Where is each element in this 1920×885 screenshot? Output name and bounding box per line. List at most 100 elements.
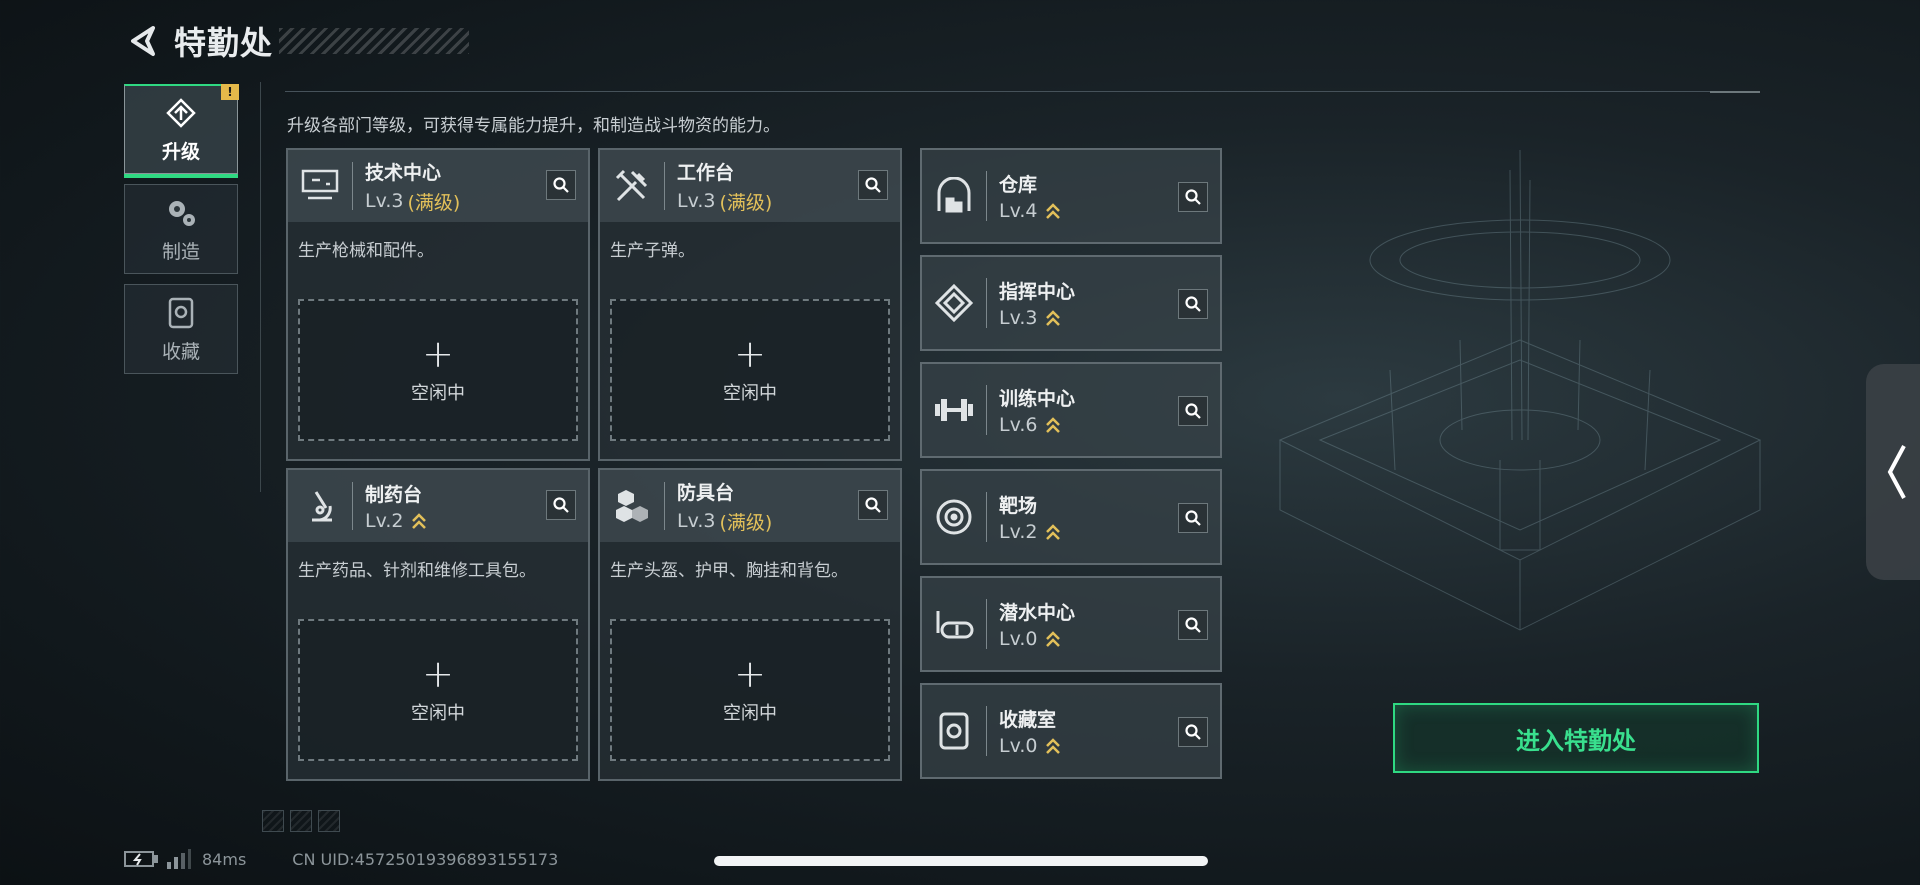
add-icon: + [422, 652, 454, 696]
section-description: 升级各部门等级，可获得专属能力提升，和制造战斗物资的能力。 [287, 116, 780, 136]
slot-status: 空闲中 [723, 703, 777, 724]
workshop-description: 生产枪械和配件。 [298, 241, 434, 261]
separator [352, 162, 353, 210]
facility-card-shooting-range[interactable]: 靶场 Lv.2 [920, 469, 1222, 565]
facility-level: Lv.2 [999, 521, 1038, 543]
facility-name: 仓库 [999, 174, 1038, 196]
inspect-button[interactable] [1178, 503, 1208, 533]
target-icon [922, 469, 986, 565]
search-icon [1185, 617, 1201, 633]
workshop-level: Lv.3 [677, 190, 716, 212]
upgrade-icon [164, 95, 198, 131]
facility-card-command-center[interactable]: 指挥中心 Lv.3 [920, 255, 1222, 351]
tab-manufacture[interactable]: 制造 [124, 184, 238, 274]
inspect-button[interactable] [546, 170, 576, 200]
card-header: 技术中心 Lv.3 (满级) [288, 150, 588, 222]
production-slot[interactable]: + 空闲中 [298, 619, 578, 761]
upgrade-available-icon [1046, 631, 1061, 647]
facility-name: 收藏室 [999, 709, 1057, 731]
separator [986, 278, 987, 328]
upgrade-available-icon [1046, 738, 1061, 754]
facility-level: Lv.0 [999, 628, 1038, 650]
tab-label: 收藏 [161, 340, 200, 363]
diving-mask-icon [922, 576, 986, 672]
add-icon: + [734, 332, 766, 376]
inspect-button[interactable] [858, 490, 888, 520]
separator [664, 482, 665, 530]
workshop-card-workbench: 工作台 Lv.3 (满级) 生产子弹。 + 空闲中 [598, 148, 902, 461]
facility-card-diving-center[interactable]: 潜水中心 Lv.0 [920, 576, 1222, 672]
separator [664, 162, 665, 210]
facility-card-warehouse[interactable]: 仓库 Lv.4 [920, 148, 1222, 244]
microscope-icon [288, 470, 352, 542]
dumbbell-icon [922, 362, 986, 458]
tab-collection[interactable]: 收藏 [124, 284, 238, 374]
card-header: 防具台 Lv.3 (满级) [600, 470, 900, 542]
upgrade-available-icon [1046, 203, 1061, 219]
facility-level: Lv.0 [999, 735, 1038, 757]
workshop-level: Lv.3 [677, 510, 716, 532]
enter-special-ops-button[interactable]: 进入特勤处 [1393, 703, 1759, 773]
inspect-button[interactable] [1178, 289, 1208, 319]
computer-icon [288, 150, 352, 222]
workshop-card-pharmacy: 制药台 Lv.2 生产药品、针剂和维修工具包。 + 空闲中 [286, 468, 590, 781]
production-slot[interactable]: + 空闲中 [610, 619, 890, 761]
max-level-tag: (满级) [719, 511, 773, 534]
side-panel-handle[interactable] [1866, 364, 1920, 580]
home-indicator[interactable] [714, 856, 1208, 866]
workshop-name: 技术中心 [365, 161, 442, 184]
production-slot[interactable]: + 空闲中 [610, 299, 890, 441]
facility-card-collection-room[interactable]: 收藏室 Lv.0 [920, 683, 1222, 779]
facility-level: Lv.6 [999, 414, 1038, 436]
inspect-button[interactable] [546, 490, 576, 520]
max-level-tag: (满级) [407, 191, 461, 214]
facility-card-training-center[interactable]: 训练中心 Lv.6 [920, 362, 1222, 458]
inspect-button[interactable] [1178, 182, 1208, 212]
inspect-button[interactable] [1178, 610, 1208, 640]
search-icon [553, 177, 569, 193]
production-slot[interactable]: + 空闲中 [298, 299, 578, 441]
page-title: 特勤处 [174, 24, 274, 62]
workshop-level: Lv.2 [365, 510, 404, 532]
tab-upgrade[interactable]: ! 升级 [124, 84, 239, 178]
search-icon [1185, 510, 1201, 526]
inspect-button[interactable] [1178, 396, 1208, 426]
facility-name: 潜水中心 [999, 602, 1076, 624]
slot-status: 空闲中 [411, 383, 465, 404]
status-footer: 84ms CN UID:4572501939689315517​3 [124, 848, 558, 870]
gears-icon [164, 195, 198, 231]
workshop-description: 生产药品、针剂和维修工具包。 [298, 561, 536, 581]
battery-icon [124, 851, 158, 867]
max-level-tag: (满级) [719, 191, 773, 214]
back-arrow-icon [131, 26, 155, 56]
header: 特勤处 [120, 18, 470, 64]
back-button[interactable] [120, 19, 164, 63]
alert-badge: ! [221, 84, 239, 100]
add-icon: + [734, 652, 766, 696]
separator [986, 599, 987, 649]
facility-name: 指挥中心 [999, 281, 1076, 303]
workshop-card-tech-center: 技术中心 Lv.3 (满级) 生产枪械和配件。 + 空闲中 [286, 148, 590, 461]
workshop-description: 生产头盔、护甲、胸挂和背包。 [610, 561, 848, 581]
card-header: 工作台 Lv.3 (满级) [600, 150, 900, 222]
title-decoration [279, 28, 470, 54]
user-uid: CN UID:4572501939689315517​3 [292, 849, 559, 869]
tab-label: 升级 [161, 141, 200, 163]
facility-name: 训练中心 [999, 388, 1076, 410]
slot-status: 空闲中 [723, 383, 777, 404]
search-icon [1185, 296, 1201, 312]
search-icon [1185, 724, 1201, 740]
collection-icon [166, 295, 196, 331]
separator [352, 482, 353, 530]
divider [260, 82, 261, 492]
slot-status: 空闲中 [411, 703, 465, 724]
inspect-button[interactable] [1178, 717, 1208, 747]
tools-icon [600, 150, 664, 222]
divider [1710, 91, 1760, 93]
upgrade-available-icon [1046, 417, 1061, 433]
card-header: 制药台 Lv.2 [288, 470, 588, 542]
search-icon [865, 177, 881, 193]
separator [986, 171, 987, 221]
tab-label: 制造 [161, 240, 200, 263]
inspect-button[interactable] [858, 170, 888, 200]
